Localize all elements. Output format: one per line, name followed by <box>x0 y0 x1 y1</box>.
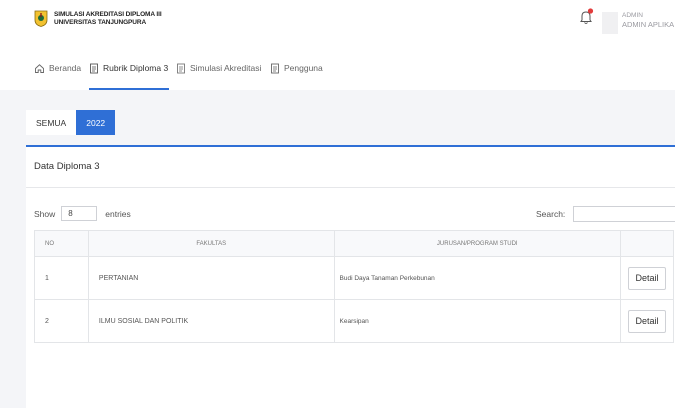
search-control: Search: <box>536 206 675 222</box>
top-bar: SIMULASI AKREDITASI DIPLOMA III UNIVERSI… <box>0 0 675 40</box>
entries-control: Show 8 entries <box>34 206 131 221</box>
tab-2022[interactable]: 2022 <box>76 110 116 135</box>
brand-line-2: UNIVERSITAS TANJUNGPURA <box>54 19 147 26</box>
nav-item-beranda[interactable]: Beranda <box>34 62 81 74</box>
cell-no: 1 <box>34 256 89 300</box>
detail-button[interactable]: Detail <box>628 266 666 290</box>
document-icon <box>177 63 185 73</box>
table-row: 2 ILMU SOSIAL DAN POLITIK Kearsipan Deta… <box>34 299 674 343</box>
nav-label-pengguna: Pengguna <box>284 63 323 73</box>
user-role: ADMIN <box>622 12 643 19</box>
nav-item-simulasi-akreditasi[interactable]: Simulasi Akreditasi <box>176 62 261 74</box>
table-row: 1 PERTANIAN Budi Daya Tanaman Perkebunan… <box>34 256 674 300</box>
notification-bell-icon[interactable] <box>578 8 594 26</box>
brand-line-1: SIMULASI AKREDITASI DIPLOMA III <box>54 11 162 18</box>
column-header-action <box>620 230 674 257</box>
nav-label-simulasi-akreditasi: Simulasi Akreditasi <box>190 63 262 73</box>
card-divider <box>26 187 675 188</box>
tab-semua[interactable]: SEMUA <box>26 110 77 135</box>
entries-select[interactable]: 8 <box>61 206 98 221</box>
cell-prodi: Budi Daya Tanaman Perkebunan <box>333 256 622 300</box>
user-avatar[interactable] <box>602 12 618 34</box>
cell-fakultas: ILMU SOSIAL DAN POLITIK <box>87 299 335 343</box>
cell-fakultas: PERTANIAN <box>87 256 335 300</box>
home-icon <box>35 63 44 73</box>
diploma-table: NO FAKULTAS JURUSAN/PROGRAM STUDI 1 PERT… <box>34 230 674 343</box>
year-tabs: SEMUA 2022 <box>26 110 116 135</box>
nav-item-rubrik-diploma-3[interactable]: Rubrik Diploma 3 <box>89 62 168 74</box>
main-nav: Beranda Rubrik Diploma 3 Simulasi Akredi… <box>0 40 675 90</box>
nav-label-rubrik-diploma-3: Rubrik Diploma 3 <box>103 63 169 73</box>
column-header-no[interactable]: NO <box>34 230 89 257</box>
search-label: Search: <box>536 209 566 219</box>
data-card: Data Diploma 3 Show 8 entries Search: NO… <box>26 145 675 408</box>
show-label: Show <box>34 208 56 219</box>
user-name: ADMIN APLIKA <box>622 20 675 29</box>
card-title: Data Diploma 3 <box>34 161 100 172</box>
entries-label: entries <box>105 208 131 219</box>
notification-dot <box>587 8 594 14</box>
table-header-row: NO FAKULTAS JURUSAN/PROGRAM STUDI <box>34 230 674 257</box>
nav-label-beranda: Beranda <box>49 63 82 73</box>
column-header-jurusan[interactable]: JURUSAN/PROGRAM STUDI <box>333 230 622 257</box>
cell-action: Detail <box>620 256 674 300</box>
document-icon <box>271 63 279 73</box>
document-icon <box>90 63 98 73</box>
detail-button[interactable]: Detail <box>628 309 666 333</box>
user-menu[interactable]: ADMIN ADMIN APLIKA <box>622 11 674 29</box>
column-header-fakultas[interactable]: FAKULTAS <box>87 230 335 257</box>
app-brand: SIMULASI AKREDITASI DIPLOMA III UNIVERSI… <box>54 11 162 27</box>
search-input[interactable] <box>573 206 675 222</box>
cell-action: Detail <box>620 299 674 343</box>
cell-prodi: Kearsipan <box>333 299 622 343</box>
cell-no: 2 <box>34 299 89 343</box>
university-logo <box>34 10 48 27</box>
nav-item-pengguna[interactable]: Pengguna <box>270 62 323 74</box>
